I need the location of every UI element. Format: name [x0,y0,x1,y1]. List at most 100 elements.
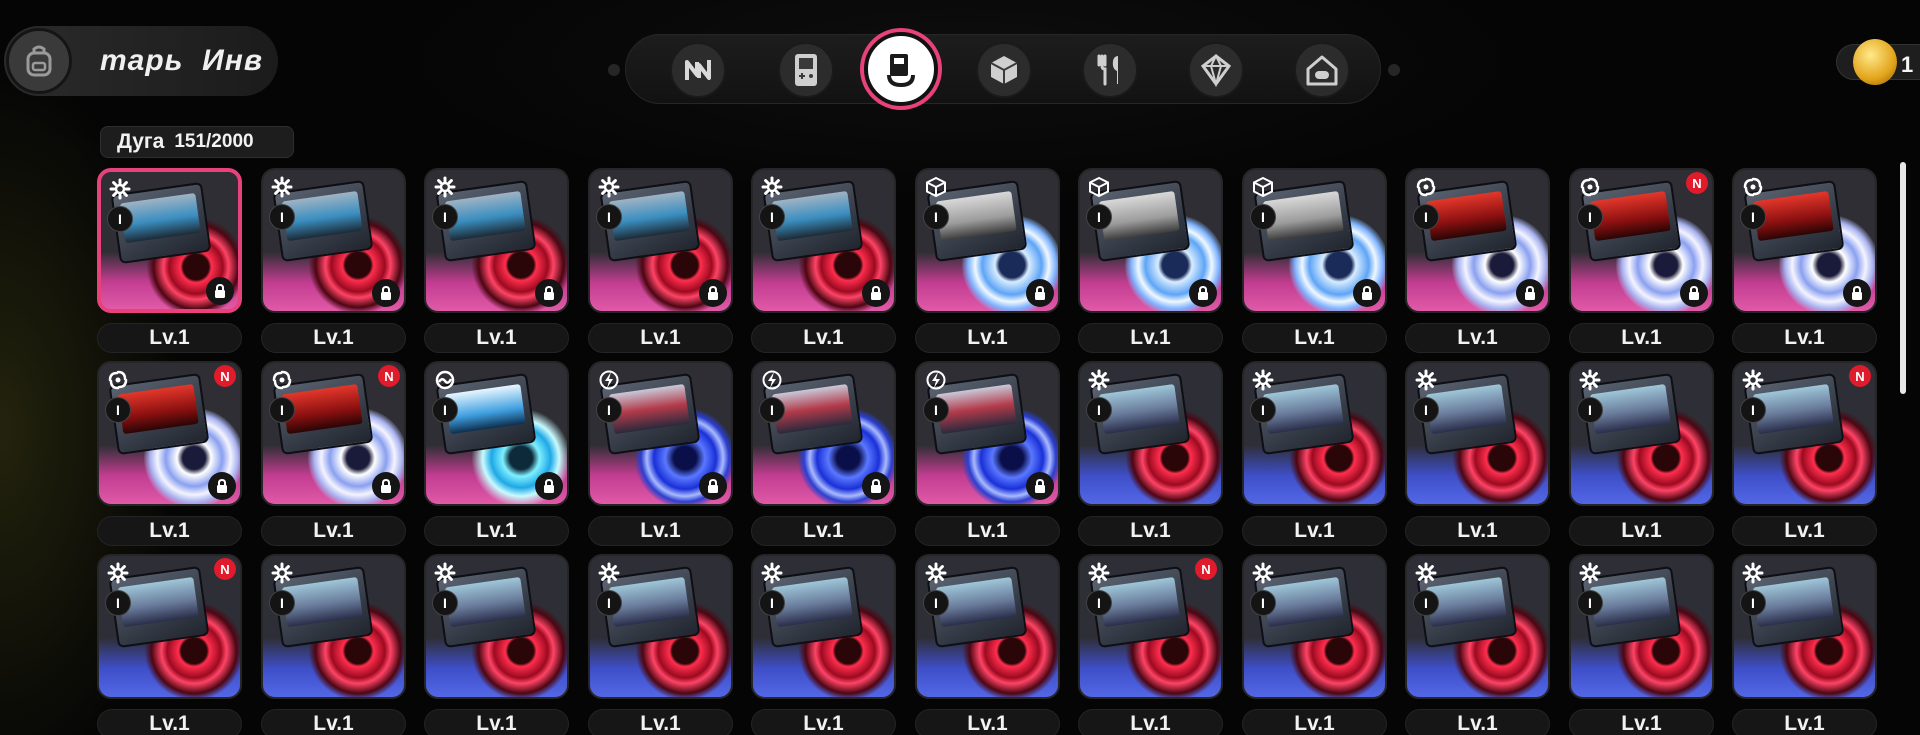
drive-disc-card[interactable]: I [1405,361,1550,506]
drive-disc-card[interactable]: I [1405,554,1550,699]
drive-disc-slot[interactable]: I Lv.1 [751,554,896,735]
drive-disc-slot[interactable]: I N Lv.1 [1569,168,1714,353]
tab-cutlery[interactable] [1082,42,1138,98]
drive-disc-card[interactable]: I [588,361,733,506]
drive-disc-slot[interactable]: I Lv.1 [588,168,733,353]
lock-icon[interactable] [1516,279,1544,307]
lock-icon[interactable] [1353,279,1381,307]
lock-icon[interactable] [699,472,727,500]
drive-disc-slot[interactable]: I Lv.1 [1242,361,1387,546]
lock-icon[interactable] [699,279,727,307]
drive-disc-slot[interactable]: I Lv.1 [1405,554,1550,735]
currency-display[interactable]: 1 [1836,39,1920,85]
lock-icon[interactable] [1026,472,1054,500]
drive-disc-slot[interactable]: I Lv.1 [261,168,406,353]
rank-label: I [443,595,447,611]
drive-disc-slot[interactable]: I Lv.1 [588,554,733,735]
lock-icon[interactable] [1189,279,1217,307]
drive-disc-slot[interactable]: I Lv.1 [424,554,569,735]
drive-disc-card[interactable]: IN [1732,361,1877,506]
drive-disc-slot[interactable]: I Lv.1 [261,554,406,735]
drive-disc-slot[interactable]: I Lv.1 [915,168,1060,353]
lock-icon[interactable] [535,279,563,307]
drive-disc-card[interactable]: I [588,554,733,699]
drive-disc-card[interactable]: I [915,554,1060,699]
lock-icon[interactable] [862,279,890,307]
drive-disc-card[interactable]: I [1078,361,1223,506]
drive-disc-slot[interactable]: I N Lv.1 [261,361,406,546]
drive-disc-slot[interactable]: I Lv.1 [1078,168,1223,353]
level-label: Lv.1 [588,323,733,353]
drive-disc-slot[interactable]: I N Lv.1 [1078,554,1223,735]
drive-disc-slot[interactable]: I Lv.1 [1732,168,1877,353]
drive-disc-card[interactable]: IN [261,361,406,506]
lock-icon[interactable] [535,472,563,500]
drive-disc-slot[interactable]: I Lv.1 [424,168,569,353]
drive-disc-card[interactable]: I [424,554,569,699]
drive-disc-slot[interactable]: I Lv.1 [751,361,896,546]
drive-disc-card[interactable]: IN [1078,554,1223,699]
new-badge-label: N [220,561,230,577]
drive-disc-card[interactable]: I [588,168,733,313]
drive-disc-card[interactable]: I [1405,168,1550,313]
drive-disc-slot[interactable]: I Lv.1 [1569,554,1714,735]
drive-disc-slot[interactable]: I Lv.1 [915,554,1060,735]
drive-disc-card[interactable]: I [261,168,406,313]
drive-disc-card[interactable]: I [915,168,1060,313]
drive-disc-slot[interactable]: I N Lv.1 [1732,361,1877,546]
drive-disc-slot[interactable]: I Lv.1 [97,168,242,353]
lock-icon[interactable] [1026,279,1054,307]
rank-badge: I [1086,204,1112,230]
tab-home[interactable] [1294,42,1350,98]
rank-badge: I [1413,590,1439,616]
drive-disc-card[interactable]: I [1569,361,1714,506]
tab-handheld[interactable] [778,42,834,98]
inventory-title-pill[interactable]: тарь Инв [4,26,278,96]
drive-disc-card[interactable]: I [751,168,896,313]
drive-disc-card[interactable]: IN [97,361,242,506]
tab-n-logo[interactable] [670,42,726,98]
drive-disc-slot[interactable]: I N Lv.1 [97,361,242,546]
lock-icon[interactable] [372,279,400,307]
drive-disc-card[interactable]: IN [97,554,242,699]
tab-drive-disc[interactable] [864,32,938,106]
drive-disc-slot[interactable]: I N Lv.1 [97,554,242,735]
drive-disc-slot[interactable]: I Lv.1 [1732,554,1877,735]
drive-disc-card[interactable]: I [1242,361,1387,506]
drive-disc-slot[interactable]: I Lv.1 [751,168,896,353]
drive-disc-slot[interactable]: I Lv.1 [915,361,1060,546]
lock-icon[interactable] [208,472,236,500]
drive-disc-card[interactable]: I [1242,554,1387,699]
drive-disc-slot[interactable]: I Lv.1 [424,361,569,546]
drive-disc-slot[interactable]: I Lv.1 [1078,361,1223,546]
drive-disc-card[interactable]: I [1242,168,1387,313]
tab-cube[interactable] [976,42,1032,98]
lock-icon[interactable] [862,472,890,500]
drive-disc-card[interactable]: I [1732,168,1877,313]
tab-crystal[interactable] [1188,42,1244,98]
lock-icon[interactable] [372,472,400,500]
drive-disc-slot[interactable]: I Lv.1 [1569,361,1714,546]
drive-disc-card[interactable]: I [424,361,569,506]
lock-icon[interactable] [206,277,234,305]
drive-disc-card[interactable]: I [1569,554,1714,699]
drive-disc-card[interactable]: I [97,168,242,313]
drive-disc-slot[interactable]: I Lv.1 [1405,361,1550,546]
rank-label: I [118,211,122,227]
drive-disc-card[interactable]: I [261,554,406,699]
drive-disc-slot[interactable]: I Lv.1 [1242,168,1387,353]
drive-disc-card[interactable]: I [915,361,1060,506]
drive-disc-slot[interactable]: I Lv.1 [1405,168,1550,353]
drive-disc-card[interactable]: I [751,554,896,699]
drive-disc-card[interactable]: I [424,168,569,313]
lock-icon[interactable] [1843,279,1871,307]
drive-disc-card[interactable]: I [751,361,896,506]
drive-disc-slot[interactable]: I Lv.1 [1242,554,1387,735]
scrollbar[interactable] [1900,162,1906,394]
drive-disc-slot[interactable]: I Lv.1 [588,361,733,546]
drive-disc-card[interactable]: I [1078,168,1223,313]
lock-icon[interactable] [1680,279,1708,307]
drive-disc-card[interactable]: IN [1569,168,1714,313]
rank-label: I [1261,402,1265,418]
drive-disc-card[interactable]: I [1732,554,1877,699]
